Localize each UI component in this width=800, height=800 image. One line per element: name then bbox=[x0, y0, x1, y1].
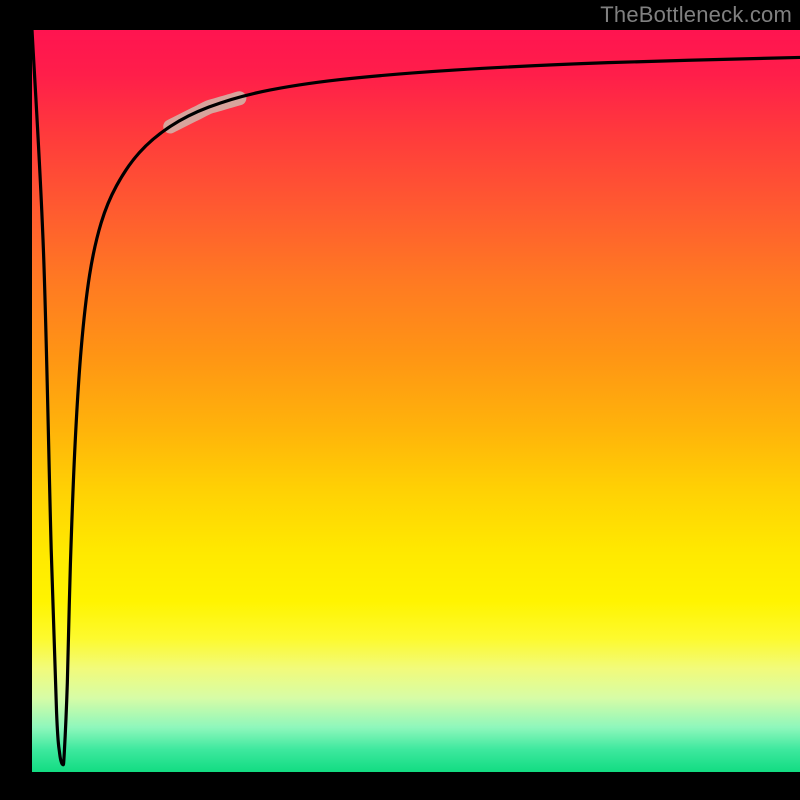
curve-highlight bbox=[170, 98, 239, 126]
bottleneck-curve bbox=[32, 30, 800, 765]
curve-svg bbox=[32, 30, 800, 772]
watermark-label: TheBottleneck.com bbox=[600, 2, 792, 28]
chart-stage: TheBottleneck.com bbox=[0, 0, 800, 800]
plot-area bbox=[32, 30, 800, 772]
